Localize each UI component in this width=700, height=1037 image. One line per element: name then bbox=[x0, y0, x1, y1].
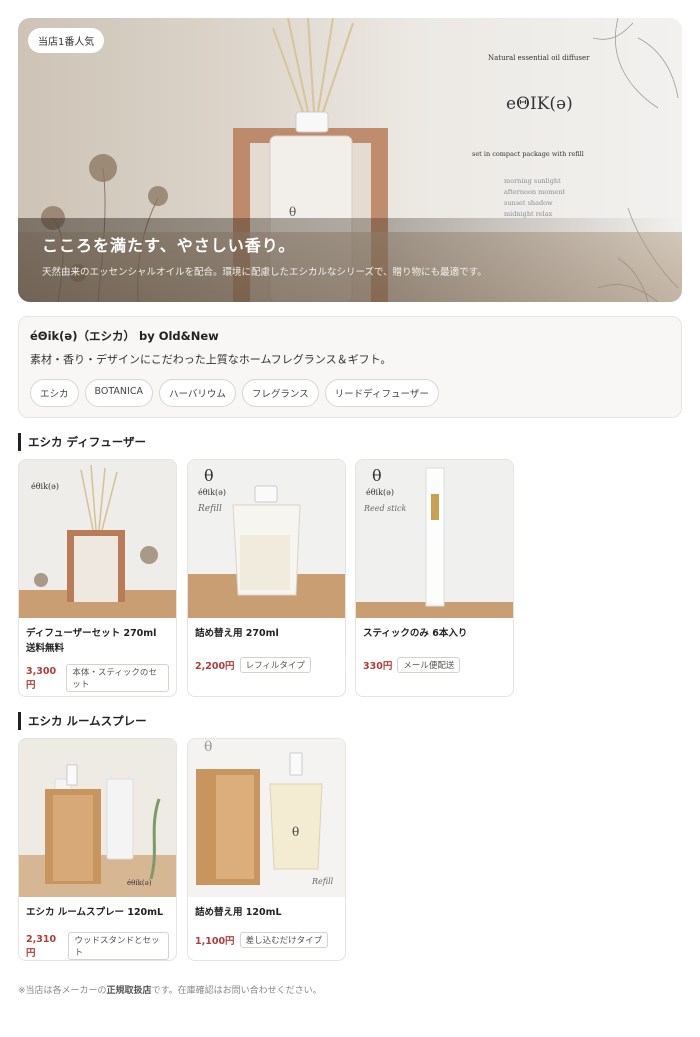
product-title: 詰め替え用 120mL bbox=[195, 907, 282, 918]
section-heading-room-spray: エシカ ルームスプレー bbox=[18, 712, 147, 730]
tag-chip[interactable]: リードディフューザー bbox=[324, 379, 439, 407]
hero-scent: morning sunlight bbox=[504, 177, 561, 185]
image-brand-label: éθik(ə) bbox=[127, 879, 152, 887]
product-card[interactable]: θ éθik(ə) Reed stick スティックのみ 6本入り 330円 メ… bbox=[355, 459, 514, 697]
hero-banner[interactable]: θ Natural essential oil diffuser eΘIK(ə)… bbox=[18, 18, 682, 302]
brand-description: 素材・香り・デザインにこだわった上質なホームフレグランス＆ギフト。 bbox=[30, 353, 392, 366]
tag-chip[interactable]: エシカ bbox=[30, 379, 79, 407]
section-heading-diffuser: エシカ ディフューザー bbox=[18, 433, 146, 451]
diffuser-set-image: éθik(ə) bbox=[19, 460, 176, 618]
hero-scent: afternoon moment bbox=[504, 188, 565, 196]
product-price: 330円 bbox=[363, 661, 393, 672]
product-price: 1,100円 bbox=[195, 936, 235, 947]
hero-tagline: Natural essential oil diffuser bbox=[488, 54, 590, 62]
product-card[interactable]: éθik(ə) エシカ ルームスプレー 120mL 2,310円 ウッドスタンド… bbox=[18, 738, 177, 961]
popular-badge: 当店1番人気 bbox=[28, 28, 105, 53]
product-note-badge: レフィルタイプ bbox=[239, 657, 311, 673]
product-note-badge: ウッドスタンドとセット bbox=[68, 932, 169, 960]
room-spray-image: éθik(ə) bbox=[19, 739, 176, 897]
tag-list: エシカ BOTANICA ハーバリウム フレグランス リードディフューザー bbox=[30, 379, 670, 407]
product-title: スティックのみ 6本入り bbox=[363, 628, 468, 639]
hero-set-line: set in compact package with refill bbox=[472, 150, 584, 158]
tag-chip[interactable]: BOTANICA bbox=[84, 379, 153, 407]
hero-text-overlay bbox=[18, 218, 682, 302]
product-card[interactable]: θ θ Refill 詰め替え用 120mL 1,100円 差し込むだけタイプ bbox=[187, 738, 346, 961]
product-title: ディフューザーセット 270ml 送料無料 bbox=[26, 628, 157, 654]
product-price: 2,200円 bbox=[195, 661, 235, 672]
product-note-badge: 差し込むだけタイプ bbox=[239, 932, 329, 948]
tag-chip[interactable]: ハーバリウム bbox=[158, 379, 236, 407]
product-price: 2,310円 bbox=[26, 933, 57, 959]
retailer-note-emphasis: 正規取扱店 bbox=[106, 986, 152, 996]
product-card[interactable]: θ éθik(ə) Refill 詰め替え用 270ml 2,200円 レフィル… bbox=[187, 459, 346, 697]
svg-text:θ: θ bbox=[289, 205, 296, 219]
tag-chip[interactable]: フレグランス bbox=[241, 379, 319, 407]
product-card[interactable]: éθik(ə) ディフューザーセット 270ml 送料無料 3,300円 本体・… bbox=[18, 459, 177, 697]
product-note-badge: 本体・スティックのセット bbox=[66, 664, 169, 692]
hero-scent: sunset shadow bbox=[504, 199, 553, 207]
hero-subtext: 天然由来のエッセンシャルオイルを配合。環境に配慮したエシカルなシリーズで、贈り物… bbox=[42, 267, 487, 278]
hero-brand-logo: eΘIK(ə) bbox=[506, 94, 573, 114]
retailer-note-suffix: です。在庫確認はお問い合わせください。 bbox=[151, 986, 322, 996]
product-price: 3,300円 bbox=[26, 665, 57, 691]
product-title: エシカ ルームスプレー 120mL bbox=[26, 907, 164, 918]
product-note-badge: メール便配送 bbox=[397, 657, 461, 673]
refill-pouch-image: θ éθik(ə) Refill bbox=[188, 460, 345, 618]
spray-refill-image: θ θ Refill bbox=[188, 739, 345, 897]
retailer-note: ※当店は各メーカーの正規取扱店です。在庫確認はお問い合わせください。 bbox=[18, 983, 322, 996]
brand-title: éΘik(ə)（エシカ） by Old&New bbox=[30, 329, 219, 343]
hero-headline: こころを満たす、やさしい香り。 bbox=[42, 236, 296, 255]
hero-scent-list: morning sunlight afternoon moment sunset… bbox=[504, 176, 565, 220]
product-title: 詰め替え用 270ml bbox=[195, 628, 279, 639]
image-script-label: Refill bbox=[312, 877, 334, 886]
brand-info-box: éΘik(ə)（エシカ） by Old&New 素材・香り・デザインにこだわった… bbox=[18, 316, 682, 418]
reed-stick-image: θ éθik(ə) Reed stick bbox=[356, 460, 513, 618]
retailer-note-prefix: ※当店は各メーカーの bbox=[18, 986, 107, 996]
image-theta-logo: θ bbox=[292, 825, 300, 839]
